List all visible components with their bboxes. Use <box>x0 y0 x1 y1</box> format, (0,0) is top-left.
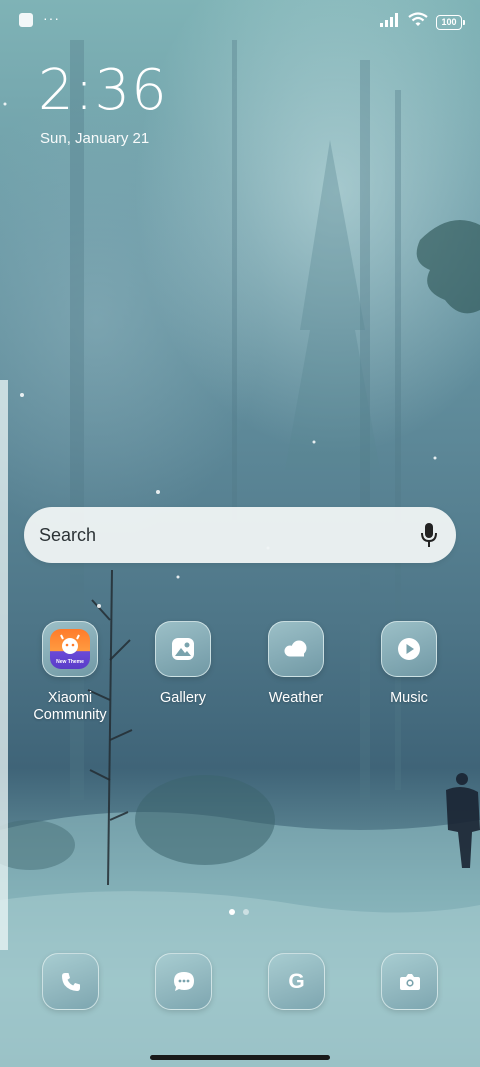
app-label-line1: Xiaomi <box>47 690 93 706</box>
wifi-icon <box>408 12 428 32</box>
app-xiaomi-community[interactable]: New Theme Xiaomi Community <box>15 621 125 724</box>
status-left: ··· <box>19 10 60 27</box>
clock-date[interactable]: Sun, January 21 <box>40 130 149 147</box>
signal-icon <box>380 12 400 32</box>
search-bar[interactable]: Search <box>24 507 456 563</box>
xiaomi-community-icon: New Theme <box>42 621 98 677</box>
app-gallery[interactable]: Gallery <box>128 621 238 707</box>
page-dot <box>243 909 249 915</box>
more-notifications-icon: ··· <box>43 10 60 26</box>
dock-google[interactable]: G <box>268 953 325 1010</box>
app-label: Xiaomi Community <box>15 690 125 724</box>
notification-icon <box>19 13 33 27</box>
messages-icon <box>155 953 212 1010</box>
status-right: 100 <box>380 12 465 32</box>
xiaomi-community-badge-text: New Theme <box>56 659 84 665</box>
app-label-line2: Community <box>33 707 107 723</box>
app-label: Weather <box>268 690 324 706</box>
google-glyph: G <box>288 969 305 993</box>
clock-time[interactable]: 2:36 <box>38 56 168 126</box>
mic-icon[interactable] <box>418 522 440 548</box>
status-bar: ··· 100 <box>0 0 480 44</box>
gallery-icon <box>155 621 211 677</box>
page-dot-active <box>229 909 235 915</box>
app-label: Music <box>390 690 428 706</box>
battery-icon: 100 <box>436 14 465 30</box>
music-icon <box>381 621 437 677</box>
phone-icon <box>42 953 99 1010</box>
weather-icon <box>268 621 324 677</box>
page-indicator <box>229 909 249 915</box>
search-placeholder: Search <box>39 524 97 545</box>
home-indicator[interactable] <box>150 1055 330 1060</box>
app-weather[interactable]: Weather <box>241 621 351 707</box>
dock-phone[interactable] <box>42 953 99 1010</box>
dock-messages[interactable] <box>155 953 212 1010</box>
app-music[interactable]: Music <box>354 621 464 707</box>
dock-camera[interactable] <box>381 953 438 1010</box>
camera-icon <box>381 953 438 1010</box>
app-label: Gallery <box>160 690 206 706</box>
google-icon: G <box>268 953 325 1010</box>
